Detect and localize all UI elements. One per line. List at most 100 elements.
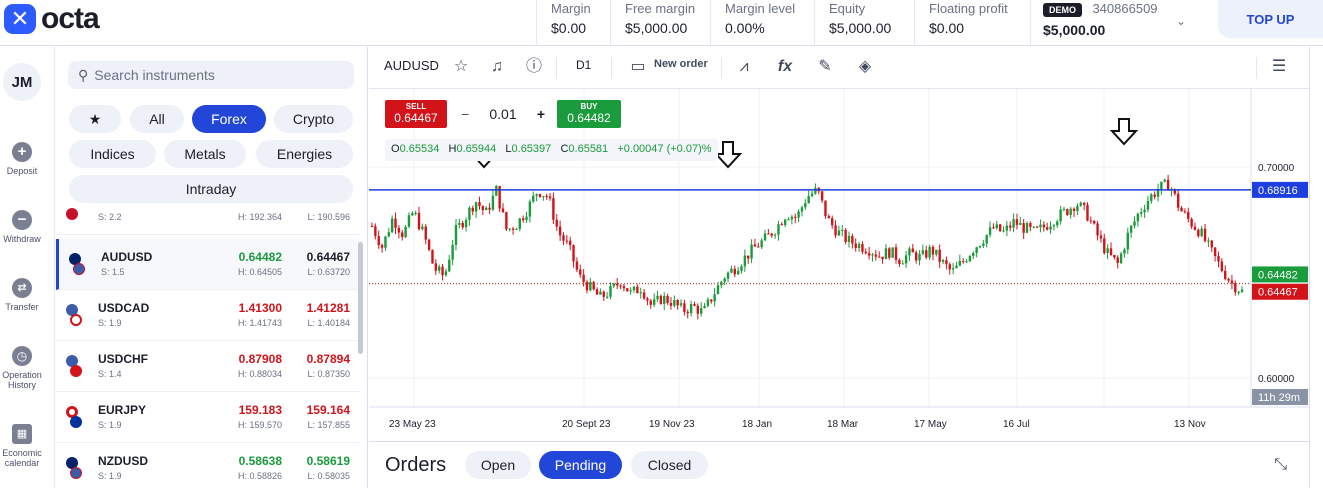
filter-indices[interactable]: Indices xyxy=(69,140,156,168)
candle-body xyxy=(747,255,750,259)
tab-closed[interactable]: Closed xyxy=(631,451,708,479)
candle-body xyxy=(1113,254,1116,258)
search-icon: ⚲ xyxy=(78,66,89,83)
candle-body xyxy=(820,191,824,201)
nav-operation-history[interactable]: ◷ Operation History xyxy=(0,346,44,390)
buy-button[interactable]: BUY 0.64482 xyxy=(557,100,621,128)
account-switcher[interactable]: DEMO 340866509 $5,000.00 ⌄ xyxy=(1030,0,1200,46)
nav-transfer[interactable]: ⇄ Transfer xyxy=(0,278,44,312)
filter-favorites[interactable]: ★ xyxy=(69,105,121,133)
list-item[interactable]: S: 2.2 H: 192.364 L: 190.596 xyxy=(56,207,360,235)
high-value: 0.65944 xyxy=(456,143,497,155)
candle-body xyxy=(652,299,656,305)
candle-body xyxy=(1136,213,1140,222)
candle-body xyxy=(982,243,985,246)
candle-body xyxy=(1156,189,1160,197)
filter-metals[interactable]: Metals xyxy=(164,140,246,168)
info-icon[interactable]: ⓘ xyxy=(524,57,544,77)
instrument-list-scrollbar[interactable] xyxy=(358,242,363,354)
candle-body xyxy=(579,269,582,275)
buy-label: BUY xyxy=(580,102,598,111)
avatar[interactable]: JM xyxy=(3,63,41,101)
nav-deposit[interactable]: + Deposit xyxy=(0,142,44,176)
candle-body xyxy=(427,239,431,250)
increase-button[interactable]: + xyxy=(531,106,551,122)
candle-body xyxy=(1166,179,1170,191)
left-nav: JM + Deposit − Withdraw ⇄ Transfer ◷ Ope… xyxy=(0,47,55,488)
candle-body xyxy=(1029,223,1032,227)
candle-body xyxy=(1163,179,1166,182)
candle-body xyxy=(1015,219,1019,225)
candle-body xyxy=(622,286,626,289)
bell-icon[interactable]: ♫ xyxy=(487,57,507,77)
low-value: 0.65397 xyxy=(511,143,552,155)
pencil-icon[interactable]: ✎ xyxy=(815,57,835,77)
layers-icon[interactable]: ◈ xyxy=(855,57,875,77)
candle-body xyxy=(663,295,666,304)
quantity-stepper[interactable]: − 0.01 + xyxy=(455,100,551,128)
indicators-icon[interactable]: ⩘ xyxy=(734,57,754,77)
function-icon[interactable]: fx xyxy=(775,57,795,77)
timeframe-select[interactable]: D1 xyxy=(576,58,591,72)
nav-withdraw[interactable]: − Withdraw xyxy=(0,210,44,244)
candle-body xyxy=(626,288,629,292)
candle-body xyxy=(565,240,569,242)
octa-logo[interactable]: ✕ octa xyxy=(4,2,100,35)
candle-body xyxy=(901,263,904,265)
buy-price-tag: 0.64482 xyxy=(1258,269,1298,281)
star-icon[interactable]: ☆ xyxy=(451,57,471,77)
candle-body xyxy=(951,268,955,270)
list-item[interactable]: NZDUSD S: 1.9 0.58638 0.58619 H: 0.58826… xyxy=(56,443,360,488)
candle-body xyxy=(713,294,716,302)
search-input[interactable] xyxy=(94,67,335,83)
chevron-down-icon[interactable]: ⌄ xyxy=(1176,14,1186,28)
list-item[interactable]: AUDUSD S: 1.5 0.64482 0.64467 H: 0.64505… xyxy=(56,239,360,290)
search-box[interactable]: ⚲ xyxy=(68,61,354,89)
list-item[interactable]: USDCAD S: 1.9 1.41300 1.41281 H: 1.41743… xyxy=(56,290,360,341)
list-item[interactable]: USDCHF S: 1.4 0.87908 0.87894 H: 0.88034… xyxy=(56,341,360,392)
candle-body xyxy=(878,256,881,258)
filter-intraday[interactable]: Intraday xyxy=(69,175,353,203)
new-order-button[interactable]: New order xyxy=(654,58,708,70)
bid-price: 0.58638 xyxy=(238,454,282,468)
decrease-button[interactable]: − xyxy=(455,106,475,122)
tab-open[interactable]: Open xyxy=(465,451,531,479)
top-up-button[interactable]: TOP UP xyxy=(1218,0,1323,38)
candle-body xyxy=(773,234,777,236)
quantity-value[interactable]: 0.01 xyxy=(489,106,516,122)
candle-body xyxy=(1069,208,1072,215)
candle-body xyxy=(797,211,800,218)
candle-body xyxy=(972,252,975,256)
expand-icon[interactable]: ⤡ xyxy=(1274,456,1287,474)
high: H: 1.41743 xyxy=(237,318,282,328)
candle-body xyxy=(1150,194,1153,202)
filter-energies[interactable]: Energies xyxy=(256,140,353,168)
list-item[interactable]: EURJPY S: 1.9 159.183 159.164 H: 159.570… xyxy=(56,392,360,443)
candle-body xyxy=(854,243,857,248)
settings-sliders-icon[interactable]: ☰ xyxy=(1269,57,1289,77)
candle-body xyxy=(384,236,387,248)
filter-all[interactable]: All xyxy=(130,105,184,133)
candle-body xyxy=(800,207,804,212)
candle-body xyxy=(988,227,992,235)
sell-button[interactable]: SELL 0.64467 xyxy=(385,100,447,128)
chart-symbol[interactable]: AUDUSD xyxy=(384,58,439,73)
clock-icon: ◷ xyxy=(12,346,32,366)
low: L: 190.596 xyxy=(307,212,350,222)
candle-body xyxy=(656,295,659,300)
filter-forex[interactable]: Forex xyxy=(192,105,266,133)
filter-crypto[interactable]: Crypto xyxy=(274,105,353,133)
candle-body xyxy=(448,259,451,272)
candle-body xyxy=(683,303,686,312)
candle-body xyxy=(478,202,481,207)
tab-pending[interactable]: Pending xyxy=(539,451,622,479)
nav-economic-calendar[interactable]: ▦ Economic calendar xyxy=(0,424,44,468)
candle-body xyxy=(770,233,773,236)
candle-body xyxy=(1086,204,1089,221)
buy-price: 0.64482 xyxy=(567,111,611,125)
candle-body xyxy=(451,244,454,260)
candle-body xyxy=(1190,218,1193,227)
candle-body xyxy=(1042,224,1046,228)
candle-body xyxy=(760,240,763,248)
candle-body xyxy=(1039,224,1042,228)
